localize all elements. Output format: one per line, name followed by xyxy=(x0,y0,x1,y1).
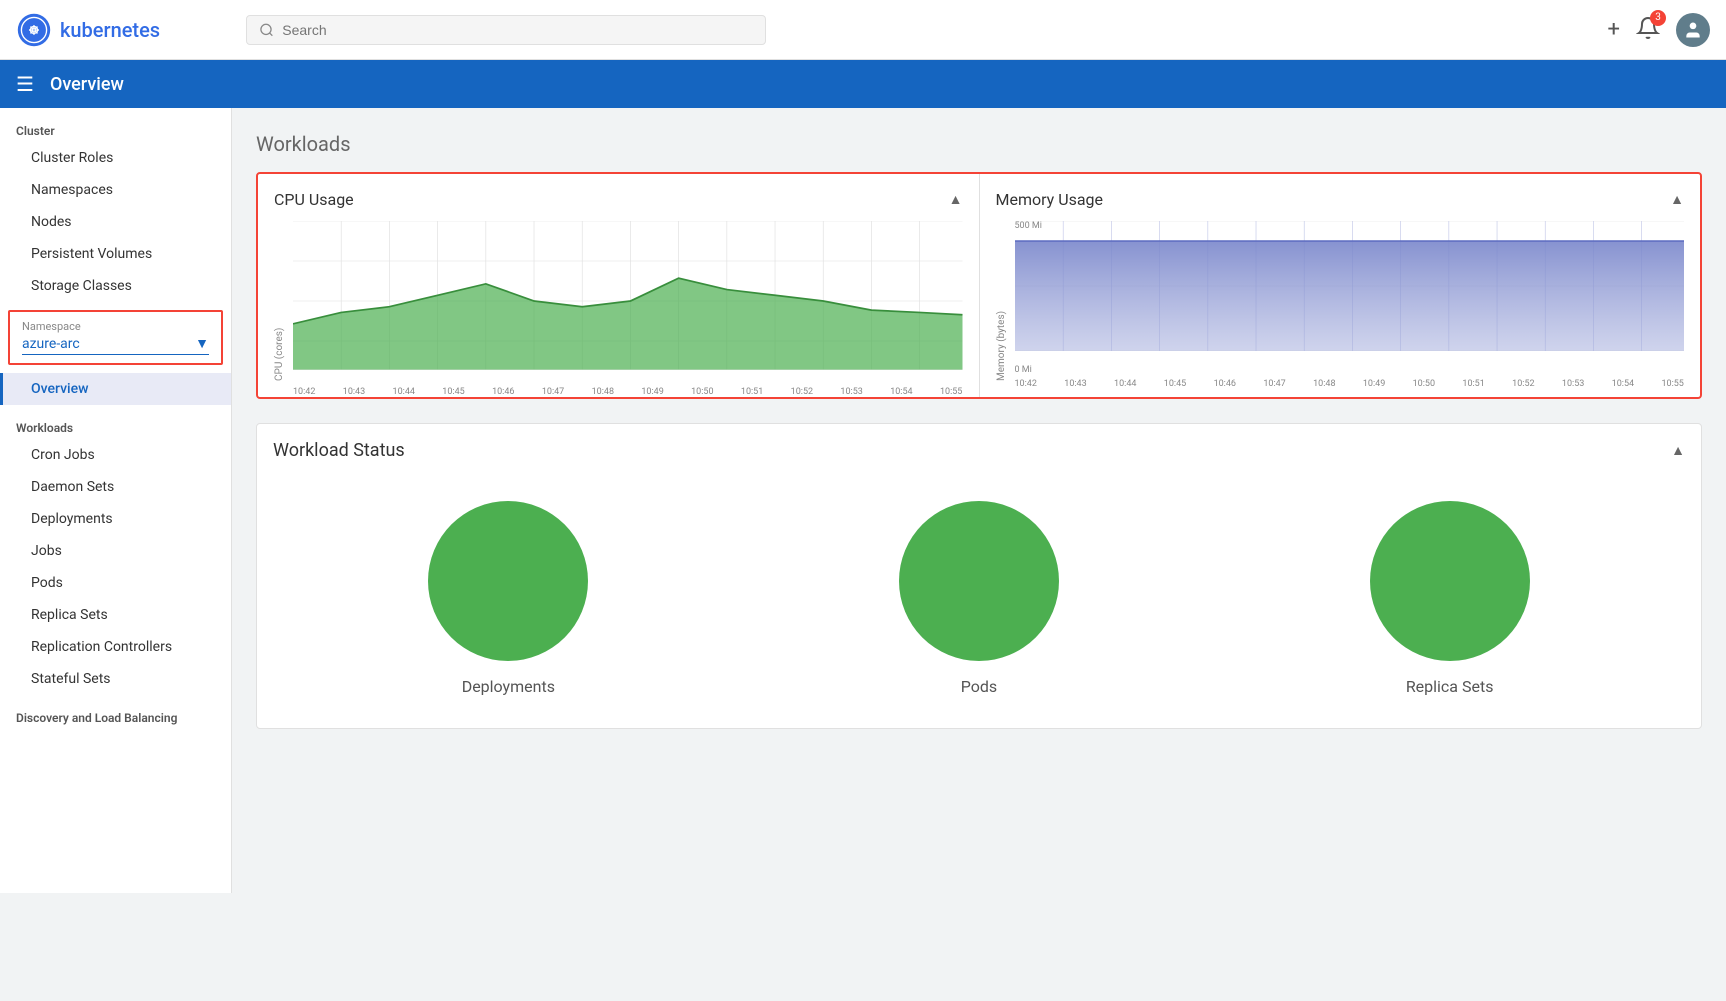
cluster-section-title: Cluster xyxy=(0,108,231,142)
workload-status-title: Workload Status xyxy=(273,440,405,461)
sidebar-item-storage-classes[interactable]: Storage Classes xyxy=(0,270,231,302)
cpu-chart-header: CPU Usage ▲ xyxy=(274,190,963,209)
sidebar: Cluster Cluster Roles Namespaces Nodes P… xyxy=(0,108,232,893)
chevron-down-icon: ▼ xyxy=(195,335,209,352)
cpu-chart-content: 0 10:4210:4310:4410:4510:4610:4710:4810:… xyxy=(293,221,963,381)
memory-chart-panel: Memory Usage ▲ Memory (bytes) 500 Mi xyxy=(980,174,1701,397)
workload-status-panel: Workload Status ▲ Deployments Pods Repli… xyxy=(256,423,1702,729)
replica-sets-status: Replica Sets xyxy=(1370,501,1530,696)
deployments-circle xyxy=(428,501,588,661)
svg-text:☸: ☸ xyxy=(28,23,40,38)
memory-chart-header: Memory Usage ▲ xyxy=(996,190,1685,209)
memory-chart-title: Memory Usage xyxy=(996,190,1104,209)
user-avatar[interactable] xyxy=(1676,13,1710,47)
memory-chart-content: 500 Mi xyxy=(1015,221,1685,381)
memory-collapse-button[interactable]: ▲ xyxy=(1670,191,1684,208)
sidebar-item-stateful-sets[interactable]: Stateful Sets xyxy=(0,663,231,695)
sidebar-item-daemon-sets[interactable]: Daemon Sets xyxy=(0,471,231,503)
notification-badge: 3 xyxy=(1650,10,1666,26)
sidebar-item-nodes[interactable]: Nodes xyxy=(0,206,231,238)
sidebar-item-cluster-roles[interactable]: Cluster Roles xyxy=(0,142,231,174)
sidebar-item-persistent-volumes[interactable]: Persistent Volumes xyxy=(0,238,231,270)
namespace-section: Namespace azure-arc ▼ xyxy=(8,310,223,365)
sidebar-item-jobs[interactable]: Jobs xyxy=(0,535,231,567)
workload-status-header: Workload Status ▲ xyxy=(273,440,1685,461)
sidebar-item-overview[interactable]: Overview xyxy=(0,373,231,405)
cpu-collapse-button[interactable]: ▲ xyxy=(949,191,963,208)
memory-y-max: 500 Mi xyxy=(1015,221,1042,231)
cpu-chart-area: CPU (cores) xyxy=(274,221,963,381)
memory-chart-area: Memory (bytes) 500 Mi xyxy=(996,221,1685,381)
sidebar-item-deployments[interactable]: Deployments xyxy=(0,503,231,535)
layout: Cluster Cluster Roles Namespaces Nodes P… xyxy=(0,108,1726,893)
overview-title: Overview xyxy=(50,74,124,95)
logo-text: kubernetes xyxy=(60,18,160,42)
workloads-title: Workloads xyxy=(256,132,1702,156)
pods-circle xyxy=(899,501,1059,661)
deployments-status: Deployments xyxy=(428,501,588,696)
cpu-chart-svg: 0 xyxy=(293,221,963,381)
sidebar-item-cron-jobs[interactable]: Cron Jobs xyxy=(0,439,231,471)
replica-sets-label: Replica Sets xyxy=(1406,677,1494,696)
namespace-dropdown[interactable]: azure-arc ▼ xyxy=(22,335,209,355)
memory-y-min: 0 Mi xyxy=(1015,365,1032,375)
kubernetes-logo-icon: ☸ xyxy=(16,12,52,48)
cpu-chart-panel: CPU Usage ▲ CPU (cores) xyxy=(258,174,980,397)
replica-sets-circle xyxy=(1370,501,1530,661)
memory-y-label: Memory (bytes) xyxy=(996,221,1007,381)
workload-circles-row: Deployments Pods Replica Sets xyxy=(273,485,1685,712)
deployments-label: Deployments xyxy=(462,677,555,696)
search-icon xyxy=(259,22,274,38)
cpu-y-label: CPU (cores) xyxy=(274,221,285,381)
pods-label: Pods xyxy=(961,677,997,696)
add-button[interactable]: + xyxy=(1608,17,1620,42)
sidebar-item-pods[interactable]: Pods xyxy=(0,567,231,599)
workload-status-collapse-button[interactable]: ▲ xyxy=(1671,442,1685,459)
cpu-chart-title: CPU Usage xyxy=(274,190,354,209)
overview-bar: ☰ Overview xyxy=(0,60,1726,108)
workloads-section-title: Workloads xyxy=(0,405,231,439)
sidebar-item-namespaces[interactable]: Namespaces xyxy=(0,174,231,206)
topbar-actions: + 3 xyxy=(1608,13,1710,47)
search-bar[interactable] xyxy=(246,15,766,45)
notifications-bell[interactable]: 3 xyxy=(1636,16,1660,44)
avatar-icon xyxy=(1683,20,1703,40)
main-content: Workloads CPU Usage ▲ CPU (cores) xyxy=(232,108,1726,893)
namespace-value: azure-arc xyxy=(22,336,80,352)
sidebar-item-replica-sets[interactable]: Replica Sets xyxy=(0,599,231,631)
pods-status: Pods xyxy=(899,501,1059,696)
search-input[interactable] xyxy=(282,22,753,38)
menu-icon[interactable]: ☰ xyxy=(16,72,34,96)
charts-panel: CPU Usage ▲ CPU (cores) xyxy=(256,172,1702,399)
logo: ☸ kubernetes xyxy=(16,12,246,48)
namespace-label: Namespace xyxy=(22,320,209,333)
discovery-section-title: Discovery and Load Balancing xyxy=(0,695,231,729)
sidebar-item-replication-controllers[interactable]: Replication Controllers xyxy=(0,631,231,663)
memory-chart-svg xyxy=(1015,221,1685,351)
topbar: ☸ kubernetes + 3 xyxy=(0,0,1726,60)
